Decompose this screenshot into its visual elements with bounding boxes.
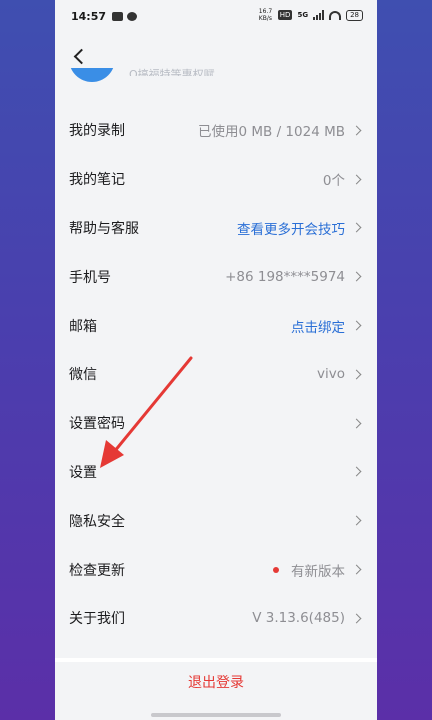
chevron-right-icon [351,418,362,429]
settings-row-label: 我的录制 [69,123,125,140]
settings-row-right: vivo [317,366,363,382]
settings-row-value[interactable]: 点击绑定 [291,316,345,336]
status-bar: 14:57 16.7 KB/s HD 5G 28 [55,0,377,32]
settings-row[interactable]: 帮助与客服 查看更多开会技巧 [55,204,377,253]
phone-screen: 14:57 16.7 KB/s HD 5G 28 Q搞福特等惠权赋 我的录制 已使… [55,0,377,720]
hd-badge: HD [277,10,293,20]
settings-row-value[interactable]: 查看更多开会技巧 [237,218,345,238]
settings-row-right: 已使用0 MB / 1024 MB [198,120,363,140]
settings-row-label: 我的笔记 [69,172,125,189]
home-indicator[interactable] [151,713,281,717]
profile-subtitle: Q搞福特等惠权赋 [129,68,215,76]
chevron-right-icon [351,369,362,380]
settings-row-right: 0个 [323,169,363,189]
chat-icon [127,11,138,21]
settings-row-label: 邮箱 [69,318,97,335]
wifi-icon [329,10,342,20]
settings-row-label: 设置密码 [69,416,125,433]
settings-row-right [345,515,363,526]
chevron-right-icon [351,223,362,233]
network-speed: 16.7 KB/s [258,8,273,22]
settings-row[interactable]: 隐私安全 [55,496,377,545]
settings-row[interactable]: 关于我们 V 3.13.6(485) [55,594,377,643]
settings-row-label: 隐私安全 [69,513,125,530]
settings-row-value: 已使用0 MB / 1024 MB [198,124,345,141]
status-right: 16.7 KB/s HD 5G 28 [259,8,363,22]
settings-row-right: 点击绑定 [291,316,363,336]
update-badge [273,566,279,573]
settings-row-label: 帮助与客服 [69,220,139,237]
settings-row-right [345,418,363,429]
message-icon [112,11,124,21]
chevron-right-icon [351,320,362,331]
settings-row-right: 有新版本 [273,560,363,580]
settings-row[interactable]: 设置密码 [55,399,377,448]
settings-row-right: +86 198****5974 [225,269,363,285]
settings-row[interactable]: 检查更新 有新版本 [55,545,377,594]
settings-row[interactable]: 我的录制 已使用0 MB / 1024 MB [55,106,377,155]
settings-row-label: 关于我们 [69,611,125,628]
settings-row[interactable]: 我的笔记 0个 [55,155,377,204]
settings-row-label: 手机号 [69,269,111,286]
status-time: 14:57 [71,9,107,23]
settings-row-label: 检查更新 [69,562,125,579]
settings-row-right: V 3.13.6(485) [252,610,363,626]
chevron-right-icon [351,174,362,185]
settings-row[interactable]: 邮箱 点击绑定 [55,301,377,350]
settings-row-label: 微信 [69,367,97,384]
settings-row-right [345,467,363,477]
settings-row[interactable]: 设置 [55,448,377,497]
settings-row[interactable]: 微信 vivo [55,350,377,399]
settings-row-right: 查看更多开会技巧 [237,218,363,238]
settings-row-value: 有新版本 [291,563,345,580]
logout-button[interactable]: 退出登录 [55,662,377,702]
chevron-right-icon [351,271,362,282]
chevron-right-icon [351,515,362,526]
settings-row-value: +86 198****5974 [225,268,345,285]
network-5g: 5G [297,11,309,19]
back-button[interactable] [67,44,91,68]
chevron-right-icon [351,467,362,477]
battery-icon: 28 [346,9,363,21]
chevron-left-icon [73,48,89,64]
settings-row-label: 设置 [69,464,97,481]
settings-row-value: 0个 [322,173,345,190]
chevron-right-icon [351,613,362,624]
settings-list: 我的录制 已使用0 MB / 1024 MB 我的笔记 0个帮助与客服 查看更多开会技巧… [55,106,377,660]
settings-row-value: V 3.13.6(485) [252,610,345,627]
settings-row-value: vivo [317,366,345,383]
chevron-right-icon [351,564,362,575]
chevron-right-icon [351,125,362,136]
signal-icon [313,10,325,20]
settings-row[interactable]: 手机号 +86 198****5974 [55,252,377,301]
